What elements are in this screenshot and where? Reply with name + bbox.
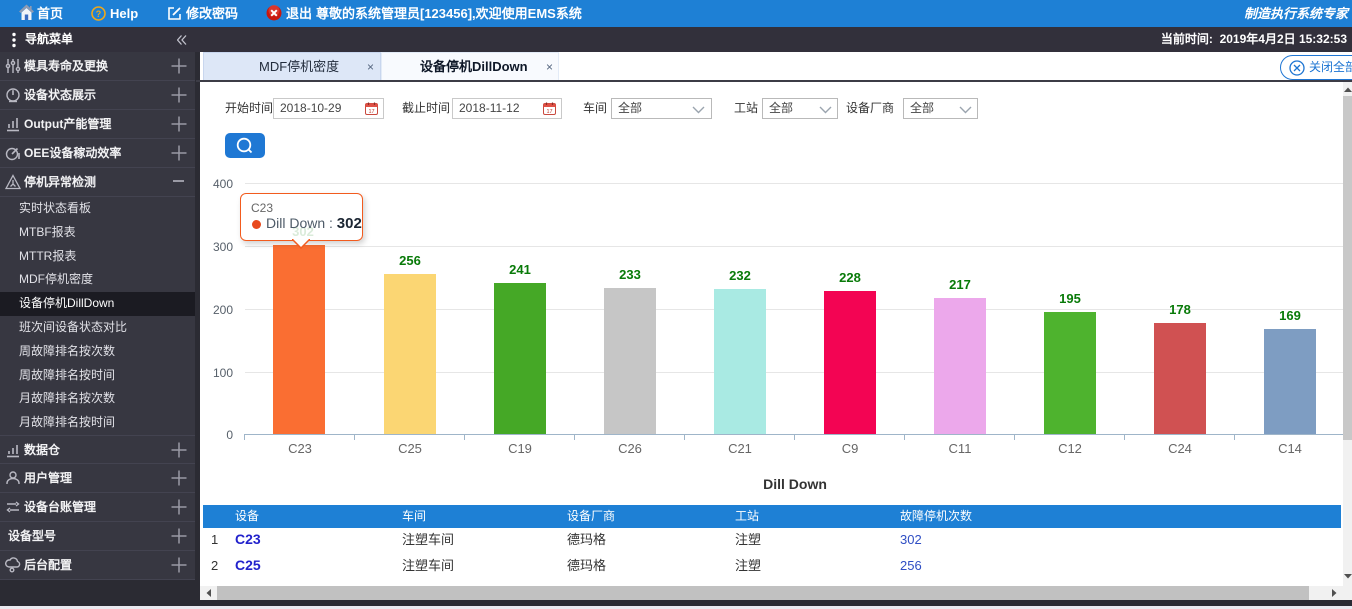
svg-text:?: ? — [96, 9, 102, 19]
svg-text:17: 17 — [368, 109, 374, 115]
svg-text:17: 17 — [546, 109, 552, 115]
